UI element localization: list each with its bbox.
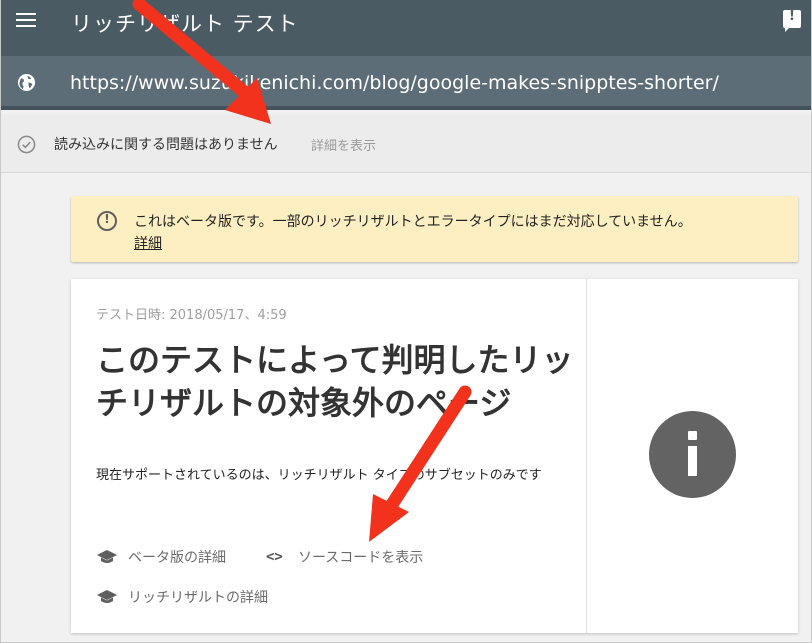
check-circle-icon [17,135,36,154]
url-bar[interactable]: https://www.suzukikenichi.com/blog/googl… [1,56,811,110]
beta-details-button[interactable]: ベータ版の詳細 [96,547,226,567]
load-status-bar: 読み込みに関する問題はありません 詳細を表示 [1,114,811,173]
app-title: リッチリザルト テスト [71,12,299,36]
beta-details-label: ベータ版の詳細 [128,550,226,566]
feedback-icon[interactable] [783,9,801,32]
card-divider [586,279,587,633]
code-icon: <> [266,549,283,565]
beta-notice-banner: これはベータ版です。一部のリッチリザルトとエラータイプにはまだ対応していません。… [71,196,798,262]
result-title: このテストによって判明したリッチリザルトの対象外のページ [96,341,574,422]
url-text[interactable]: https://www.suzukikenichi.com/blog/googl… [70,72,719,94]
view-source-label: ソースコードを表示 [298,550,424,566]
info-outline-icon [97,211,117,231]
view-source-button[interactable]: <> ソースコードを表示 [266,547,423,567]
info-filled-icon [649,411,736,498]
graduation-cap-icon [97,590,117,603]
result-description: 現在サポートされているのは、リッチリザルト タイプのサブセットのみです [96,468,542,483]
globe-icon [17,73,36,92]
graduation-cap-icon [97,550,117,563]
test-date: テスト日時: 2018/05/17、4:59 [96,308,287,323]
hamburger-menu-icon[interactable] [16,13,36,29]
rich-results-details-button[interactable]: リッチリザルトの詳細 [96,587,268,607]
beta-details-link[interactable]: 詳細 [134,233,162,253]
result-card: テスト日時: 2018/05/17、4:59 このテストによって判明したリッチリ… [71,279,798,633]
beta-notice-text: これはベータ版です。一部のリッチリザルトとエラータイプにはまだ対応していません。 [134,214,692,230]
rich-results-details-label: リッチリザルトの詳細 [128,590,268,606]
app-bar: リッチリザルト テスト [1,0,811,56]
load-status-text: 読み込みに関する問題はありません [54,137,278,153]
view-details-link[interactable]: 詳細を表示 [311,135,376,154]
rich-results-test-window: リッチリザルト テスト https://www.suzukikenichi.co… [0,0,812,643]
